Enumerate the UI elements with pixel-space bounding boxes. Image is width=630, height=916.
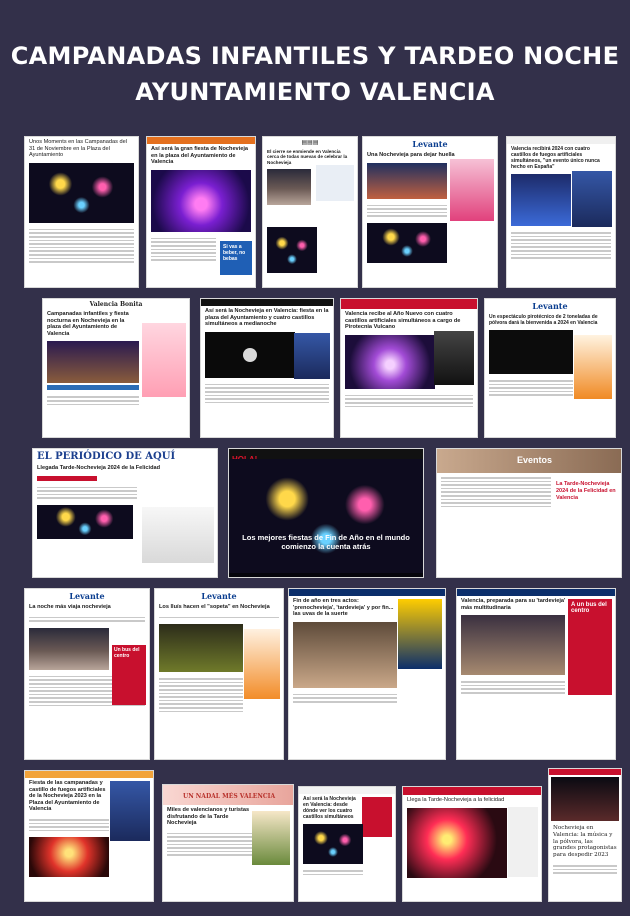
page-title-line-1: CAMPANADAS INFANTILES Y TARDEO NOCHE [10,42,620,70]
clip-masthead: ▤▤▤ [301,139,319,146]
clip-photo [29,627,109,670]
press-clip-19: Así será la Nochevieja en Valencia: desd… [298,786,396,902]
press-clip-17: Fiesta de las campanadas y castillo de f… [24,770,154,902]
clip-photo [345,334,435,389]
press-clip-2: Así será la gran fiesta de Nochevieja en… [146,136,256,288]
press-clip-13: Levante La noche más viaja nochevieja Un… [24,588,150,760]
clip-masthead: Levante [532,301,568,311]
press-clip-14: Levante Los lluís hacen el "sopeta" en N… [154,588,284,760]
clip-headline: Así será la Nochevieja en Valencia: fies… [205,308,329,328]
press-clip-15: LAS PROVINCIAS Fin de año en tres actos:… [288,588,446,760]
clip-ad: Un bus del centro [112,645,146,705]
clip-photo [205,331,295,378]
clip-photo [303,824,363,864]
press-clip-3: ▤▤▤ El cierre se enmiende en Valencia ce… [262,136,358,288]
clip-photo [511,174,571,226]
clip-photo [29,837,109,878]
clip-photo [229,459,423,573]
clip-masthead: UN NADAL MÉS VALENCIA [183,793,276,800]
clip-photo [37,504,133,539]
clip-headline: Un espectáculo pirotécnico de 2 tonelada… [489,314,598,326]
clip-photo [489,330,573,374]
press-clip-16: LAS PROVINCIAS Valencia, preparada para … [456,588,616,760]
press-clip-10: EL PERIÓDICO DE AQUÍ Llegada Tarde-Noche… [32,448,218,578]
clip-masthead: Eventos [517,455,553,465]
clip-headline: Miles de valencianos y turistas disfruta… [167,807,250,827]
clip-masthead: Levante [201,591,237,601]
press-clip-7: Así será la Nochevieja en Valencia: fies… [200,298,334,438]
press-clip-1: Unos Moments en las Campanadas del 31 de… [24,136,139,288]
clip-headline: Llegada Tarde-Nochevieja 2024 de la Feli… [37,465,161,471]
press-clip-21: Nochevieja en Valencia: la música y la p… [548,768,622,902]
clip-headline: Unos Moments en las Campanadas del 31 de… [29,139,127,159]
clip-photo [461,615,565,676]
clip-headline: Campanadas infantiles y fiesta nocturna … [47,311,129,337]
clip-headline: Fin de año en tres actos: 'prenochevieja… [293,598,394,618]
press-clip-20: Llega la Tarde-Nochevieja a la felicidad [402,786,542,902]
clip-masthead: Levante [412,139,448,149]
press-clip-4: Levante Una Nochevieja para dejar huella [362,136,498,288]
clip-ad: A un bus del centro [568,599,612,695]
clip-headline: Así será la Nochevieja en Valencia: desd… [303,796,356,820]
clip-headline: Valencia recibe al Año Nuevo con cuatro … [345,311,461,331]
press-clip-5: Valencia recibirá 2024 con cuatro castil… [506,136,616,288]
press-clip-11: HOLA! Los mejores fiestas de Fin de Año … [228,448,424,578]
page-title-line-2: AYUNTAMIENTO VALENCIA [135,78,495,106]
clip-headline: Valencia, preparada para su 'tardevieja'… [461,598,566,611]
clip-headline: Valencia recibirá 2024 con cuatro castil… [511,146,600,170]
clip-side-title: La Tarde-Nochevieja 2024 de la Felicidad… [556,481,616,501]
clip-photo [267,169,311,206]
clip-photo-2 [367,222,447,263]
clip-photo [29,162,134,223]
clip-masthead: Valencia Bonita [89,301,143,308]
clip-masthead: EL PERIÓDICO DE AQUÍ [37,451,176,462]
clip-photo [47,341,139,384]
clip-headline: Llega la Tarde-Nochevieja a la felicidad [407,797,505,803]
clip-photo [159,624,243,673]
clip-headline: Fiesta de las campanadas y castillo de f… [29,780,106,813]
clip-headline: Nochevieja en Valencia: la música y la p… [553,825,617,859]
press-clip-8: Valencia recibe al Año Nuevo con cuatro … [340,298,478,438]
clip-headline: La noche más viaja nochevieja [29,604,111,610]
press-clip-18: UN NADAL MÉS VALENCIA Miles de valencian… [162,784,294,902]
clip-photo [367,162,447,199]
press-clip-6: Valencia Bonita Campanadas infantiles y … [42,298,190,438]
clip-headline: Así será la gran fiesta de Nochevieja en… [151,146,249,166]
clip-photo [151,169,251,232]
clip-photo [551,777,619,821]
clip-headline: Los lluís hacen el "sopeta" en Nocheviej… [159,604,270,610]
clip-photo-2 [267,227,317,274]
press-clip-12: Eventos La Tarde-Nochevieja 2024 de la F… [436,448,622,578]
clip-ad: Si vas a beber, no bebas [220,241,252,275]
clip-masthead: Levante [69,591,105,601]
press-clip-9: Levante Un espectáculo pirotécnico de 2 … [484,298,616,438]
clip-photo [293,621,397,688]
clip-photo [407,807,507,878]
clip-caption: Los mejores fiestas de Fin de Año en el … [242,533,410,551]
